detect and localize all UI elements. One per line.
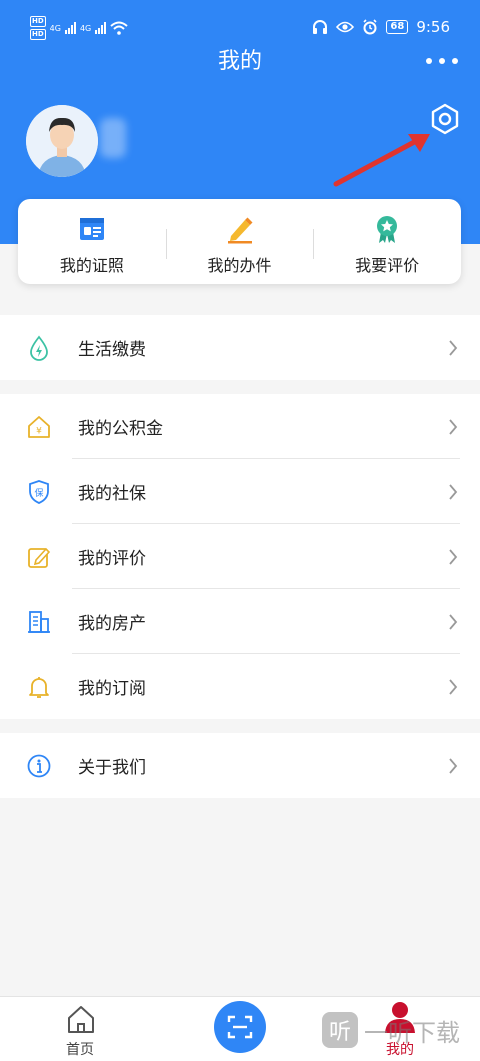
tab-home[interactable]: 首页 — [40, 997, 120, 1061]
list-item-label: 我的评价 — [78, 549, 146, 569]
hd-badge-1: HD — [30, 16, 46, 27]
user-avatar[interactable] — [26, 105, 98, 177]
quick-actions-card: 我的证照 我的办件 我要评价 — [18, 199, 461, 284]
watermark: 听 一听下载 — [322, 1012, 460, 1048]
quick-action-certificates[interactable]: 我的证照 — [18, 199, 166, 284]
signal-icon — [95, 22, 107, 34]
quick-action-label: 我的证照 — [59, 255, 124, 275]
list-item-my-evaluations[interactable]: 我的评价 — [0, 524, 480, 589]
list-item-life-payment[interactable]: 生活缴费 — [0, 315, 480, 380]
list-item-label: 我的房产 — [78, 614, 146, 634]
list-item-label: 我的订阅 — [78, 679, 146, 699]
scan-icon — [227, 1015, 253, 1039]
list-item-label: 我的公积金 — [78, 419, 163, 439]
chevron-right-icon — [449, 679, 458, 695]
status-left: HD HD 4G 4G — [30, 16, 128, 40]
network-type-2: 4G — [79, 23, 92, 33]
quick-action-evaluate[interactable]: 我要评价 — [313, 199, 461, 284]
username-blurred — [100, 118, 126, 158]
list-item-label: 关于我们 — [78, 758, 146, 778]
about-section: 关于我们 — [0, 733, 480, 798]
chevron-right-icon — [449, 484, 458, 500]
avatar-illustration — [26, 105, 98, 177]
list-item-housing-fund[interactable]: ¥ 我的公积金 — [0, 394, 480, 459]
chevron-right-icon — [449, 758, 458, 774]
list-item-my-property[interactable]: 我的房产 — [0, 589, 480, 654]
shield-bao-icon: 保 — [29, 480, 49, 504]
info-icon — [27, 754, 51, 778]
list-item-label: 生活缴费 — [78, 340, 146, 360]
watermark-badge: 听 — [322, 1012, 358, 1048]
page-title: 我的 — [217, 49, 262, 74]
chevron-right-icon — [449, 614, 458, 630]
annotation-arrow-icon — [333, 134, 430, 187]
quick-action-label: 我的办件 — [207, 255, 272, 275]
status-bar: HD HD 4G 4G 68 9:56 — [0, 0, 480, 48]
scan-button[interactable] — [214, 1001, 266, 1053]
award-star-icon — [377, 215, 398, 243]
water-drop-bolt-icon — [30, 335, 48, 361]
bell-icon — [29, 677, 49, 698]
list-item-my-subscriptions[interactable]: 我的订阅 — [0, 654, 480, 719]
alarm-icon — [363, 19, 377, 35]
network-type-1: 4G — [49, 23, 61, 33]
quick-action-my-cases[interactable]: 我的办件 — [165, 199, 314, 284]
quick-action-label: 我要评价 — [355, 255, 420, 275]
building-icon — [28, 611, 50, 633]
tab-label: 首页 — [66, 1042, 94, 1058]
hd-badges: HD HD — [30, 16, 46, 40]
home-icon — [68, 1006, 94, 1033]
house-yen-icon: ¥ — [28, 416, 50, 438]
status-time: 9:56 — [416, 18, 450, 36]
signal-icon — [64, 22, 76, 34]
chevron-right-icon — [449, 419, 458, 435]
chevron-right-icon — [449, 549, 458, 565]
eye-icon — [336, 21, 355, 33]
list-item-about-us[interactable]: 关于我们 — [0, 733, 480, 798]
watermark-text: 一听下载 — [364, 1018, 460, 1047]
svg-text:¥: ¥ — [36, 427, 42, 437]
hd-badge-2: HD — [30, 29, 46, 40]
life-services-section: 生活缴费 — [0, 315, 480, 380]
battery-level: 68 — [386, 20, 409, 34]
list-item-social-security[interactable]: 保 我的社保 — [0, 459, 480, 524]
id-card-icon — [79, 217, 104, 240]
personal-section: ¥ 我的公积金 保 我的社保 我的评价 我的房产 我的订阅 — [0, 394, 480, 719]
status-right: 68 9:56 — [312, 18, 450, 36]
more-dots-icon[interactable] — [426, 58, 458, 64]
list-item-label: 我的社保 — [78, 484, 146, 504]
chevron-right-icon — [449, 340, 458, 356]
svg-text:保: 保 — [34, 487, 43, 499]
headphones-icon — [313, 20, 328, 34]
pencil-icon — [227, 217, 252, 243]
edit-square-icon — [28, 547, 51, 568]
wifi-icon — [110, 21, 128, 35]
